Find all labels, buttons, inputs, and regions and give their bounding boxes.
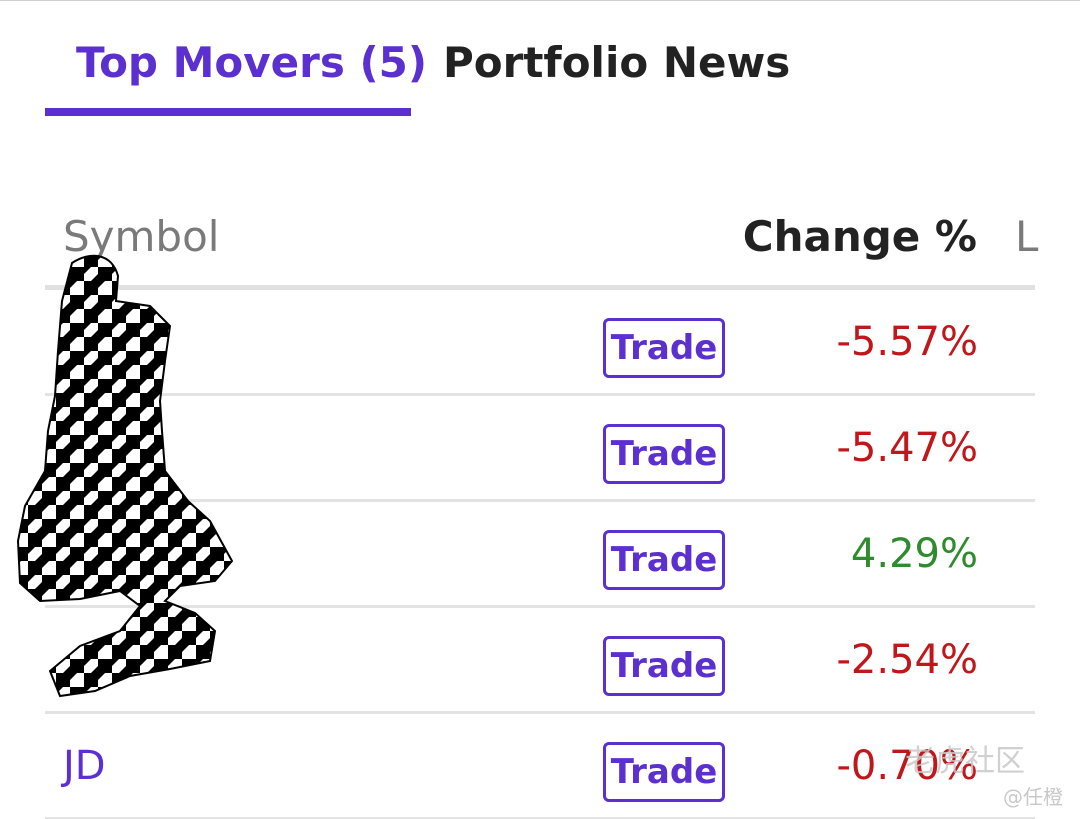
change-percent: 4.29% <box>850 531 978 577</box>
table-row[interactable]: Trade -2.54% <box>45 608 1035 714</box>
change-percent: -5.57% <box>836 319 978 365</box>
trade-button[interactable]: Trade <box>603 742 725 802</box>
table-row[interactable]: Trade -5.57% <box>45 290 1035 396</box>
trade-button[interactable]: Trade <box>603 318 725 378</box>
watermark-user: @任橙 <box>1003 785 1063 809</box>
column-header-last[interactable]: L <box>1015 211 1045 263</box>
top-movers-page: Top Movers (5) Portfolio News Symbol Cha… <box>0 0 1080 819</box>
tab-bar: Top Movers (5) Portfolio News <box>45 1 805 117</box>
tab-top-movers[interactable]: Top Movers (5) <box>76 37 427 89</box>
column-header-change[interactable]: Change % <box>743 211 977 263</box>
active-tab-indicator <box>45 108 411 116</box>
trade-button[interactable]: Trade <box>603 530 725 590</box>
table-row[interactable]: Trade -5.47% <box>45 396 1035 502</box>
tab-portfolio-news[interactable]: Portfolio News <box>443 37 790 89</box>
trade-button[interactable]: Trade <box>603 424 725 484</box>
change-percent: -5.47% <box>836 425 978 471</box>
table-row[interactable]: JD Trade -0.70% <box>45 714 1035 819</box>
table-row[interactable]: Trade 4.29% <box>45 502 1035 608</box>
symbol-link[interactable]: JD <box>63 740 106 792</box>
trade-button[interactable]: Trade <box>603 636 725 696</box>
column-header-symbol[interactable]: Symbol <box>63 211 219 263</box>
watermark-brand: 老虎社区 <box>905 744 1025 779</box>
change-percent: -2.54% <box>836 637 978 683</box>
